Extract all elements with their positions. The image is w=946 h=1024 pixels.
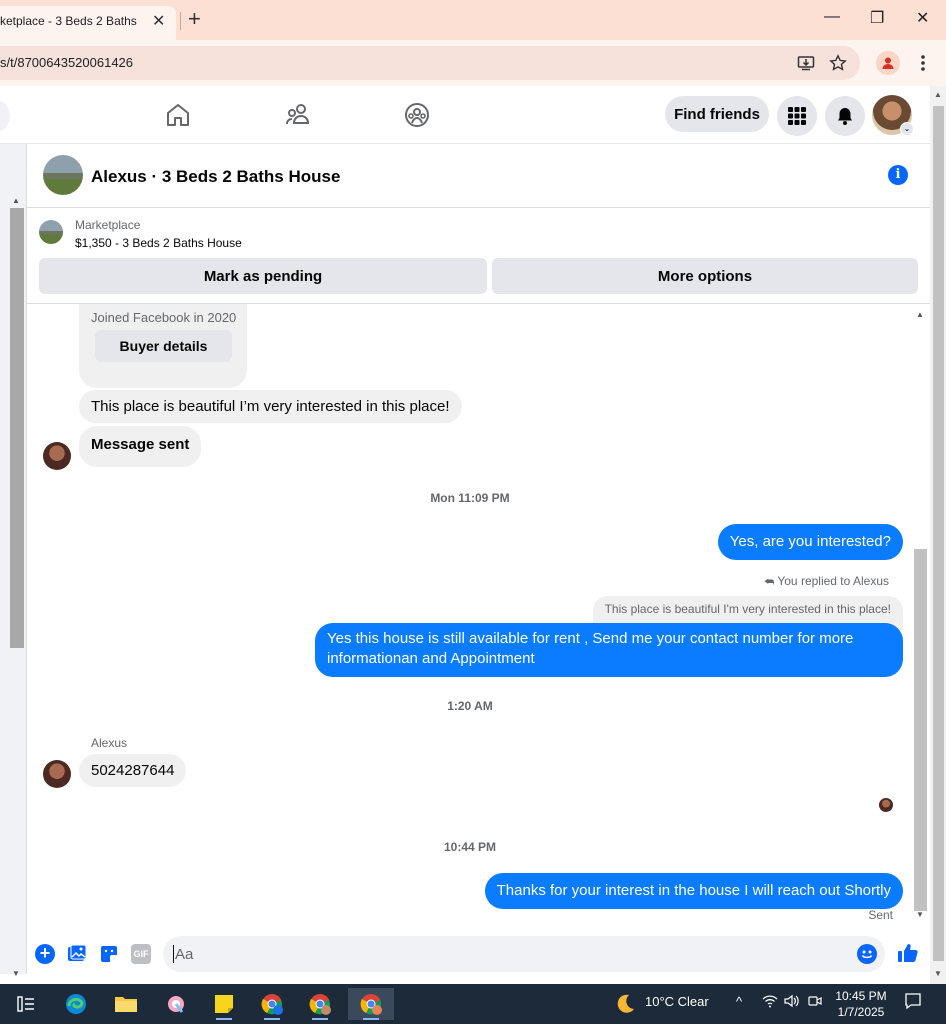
message-status: Sent xyxy=(868,908,893,922)
volume-icon[interactable] xyxy=(784,994,800,1011)
wifi-icon[interactable] xyxy=(762,994,778,1011)
browser-tab[interactable]: ketplace - 3 Beds 2 Baths H ✕ xyxy=(0,6,176,40)
info-icon[interactable]: i xyxy=(888,165,908,185)
chrome-profile-b-icon[interactable] xyxy=(300,988,340,1020)
browser-menu-icon[interactable] xyxy=(912,52,934,74)
running-indicator xyxy=(264,1018,280,1020)
message-composer: + GIF Aa xyxy=(27,934,931,974)
weather-text[interactable]: 10°C Clear xyxy=(645,994,709,1009)
message-input-placeholder: Aa xyxy=(175,946,194,963)
chat-title[interactable]: Alexus · 3 Beds 2 Baths House xyxy=(91,167,340,187)
sender-name: Alexus xyxy=(91,736,128,750)
chat-header: Alexus · 3 Beds 2 Baths House i xyxy=(27,144,931,208)
install-app-icon[interactable] xyxy=(795,52,817,74)
tab-title: ketplace - 3 Beds 2 Baths H xyxy=(0,14,140,28)
chat-scroll-up-icon[interactable]: ▲ xyxy=(916,310,924,319)
reply-arrow-icon: ⮪ xyxy=(764,576,775,588)
outgoing-message[interactable]: Thanks for your interest in the house I … xyxy=(484,873,903,909)
chat-window: Alexus · 3 Beds 2 Baths House i Marketpl… xyxy=(26,144,931,974)
tab-separator xyxy=(180,12,181,30)
message-input[interactable]: Aa xyxy=(163,936,885,972)
account-chevron-down-icon[interactable]: ⌄ xyxy=(900,122,914,136)
notification-center-icon[interactable] xyxy=(904,992,922,1013)
buyer-details-button[interactable]: Buyer details xyxy=(95,330,232,362)
message-list: Joined Facebook in 2020 Buyer details Th… xyxy=(27,304,931,934)
buyer-info-card: Joined Facebook in 2020 Buyer details xyxy=(79,304,247,388)
running-indicator xyxy=(216,1018,232,1020)
system-clock[interactable]: 10:45 PM 1/7/2025 xyxy=(826,988,896,1020)
listing-thumbnail[interactable] xyxy=(39,220,63,244)
photo-icon[interactable] xyxy=(67,944,87,964)
clock-date: 1/7/2025 xyxy=(837,1005,885,1019)
minimize-icon[interactable]: — xyxy=(824,8,840,26)
left-scroll-down-icon[interactable]: ▼ xyxy=(12,969,20,978)
chrome-profile-c-icon[interactable] xyxy=(348,988,394,1020)
left-scroll-up-icon[interactable]: ▲ xyxy=(12,196,20,205)
windows-taskbar: 10°C Clear ^ 10:45 PM 1/7/2025 xyxy=(0,984,946,1024)
tab-close-icon[interactable]: ✕ xyxy=(152,11,165,31)
tray-chevron-up-icon[interactable]: ^ xyxy=(736,994,742,1009)
chat-listing-avatar[interactable] xyxy=(43,155,83,195)
message-timestamp: 1:20 AM xyxy=(447,699,493,713)
like-thumbs-up-icon[interactable] xyxy=(897,942,919,970)
home-icon[interactable] xyxy=(164,101,192,129)
close-window-icon[interactable]: ✕ xyxy=(916,8,929,28)
task-view-icon[interactable] xyxy=(6,988,46,1020)
find-friends-button[interactable]: Find friends xyxy=(665,96,769,132)
friends-icon[interactable] xyxy=(284,101,312,129)
bookmark-star-icon[interactable] xyxy=(827,52,849,74)
address-bar: s/t/8700643520061426 xyxy=(0,40,946,86)
menu-grid-icon[interactable] xyxy=(777,96,817,136)
page-scrollbar-thumb[interactable] xyxy=(933,106,944,961)
sender-avatar[interactable] xyxy=(43,760,71,788)
gif-icon[interactable]: GIF xyxy=(131,944,151,964)
seen-avatar xyxy=(879,798,893,812)
groups-icon[interactable] xyxy=(403,101,431,129)
chat-scroll-down-icon[interactable]: ▼ xyxy=(916,910,924,919)
left-scrollbar-thumb[interactable] xyxy=(10,208,24,648)
new-tab-icon[interactable]: + xyxy=(188,6,201,32)
facebook-top-nav: Find friends ⌄ xyxy=(0,86,930,144)
text-caret xyxy=(173,945,174,963)
outgoing-message[interactable]: Yes this house is still available for re… xyxy=(315,623,903,677)
marketplace-listing-bar: Marketplace $1,350 - 3 Beds 2 Baths Hous… xyxy=(27,208,931,304)
clock-time: 10:45 PM xyxy=(835,989,887,1003)
moon-weather-icon[interactable] xyxy=(614,993,636,1020)
restore-icon[interactable]: ❐ xyxy=(870,8,884,28)
sender-avatar[interactable] xyxy=(43,442,71,470)
replied-to-text: You replied to Alexus xyxy=(777,574,889,588)
running-indicator xyxy=(363,1018,379,1020)
outgoing-message[interactable]: Yes, are you interested? xyxy=(717,524,903,560)
joined-facebook-text: Joined Facebook in 2020 xyxy=(91,310,237,325)
browser-profile-icon[interactable] xyxy=(876,51,900,75)
chrome-profile-a-icon[interactable] xyxy=(252,988,292,1020)
add-plus-icon[interactable]: + xyxy=(35,944,55,964)
meet-now-icon[interactable] xyxy=(808,994,822,1011)
message-timestamp: 10:44 PM xyxy=(443,840,497,854)
marketplace-label: Marketplace xyxy=(75,218,141,232)
running-indicator xyxy=(312,1018,328,1020)
reply-indicator: ⮪ You replied to Alexus xyxy=(764,574,889,589)
page-scroll-up-icon[interactable]: ▲ xyxy=(934,90,942,99)
more-options-button[interactable]: More options xyxy=(492,258,918,294)
pinned-app-icon[interactable] xyxy=(156,988,196,1020)
emoji-icon[interactable] xyxy=(857,944,877,964)
notifications-bell-icon[interactable] xyxy=(825,96,865,136)
incoming-message[interactable]: Message sent xyxy=(79,426,202,467)
browser-tab-strip: ketplace - 3 Beds 2 Baths H ✕ + — ❐ ✕ xyxy=(0,0,946,40)
incoming-message[interactable]: 5024287644 xyxy=(79,754,187,787)
sticky-notes-icon[interactable] xyxy=(204,988,244,1020)
page-scroll-down-icon[interactable]: ▼ xyxy=(934,969,942,978)
search-field[interactable] xyxy=(0,99,10,133)
incoming-message[interactable]: This place is beautiful I’m very interes… xyxy=(79,390,462,423)
url-text[interactable]: s/t/8700643520061426 xyxy=(0,55,133,70)
message-timestamp: Mon 11:09 PM xyxy=(430,491,510,505)
sticker-icon[interactable] xyxy=(99,944,119,964)
file-explorer-icon[interactable] xyxy=(106,988,146,1020)
listing-summary[interactable]: $1,350 - 3 Beds 2 Baths House xyxy=(75,236,242,250)
edge-browser-icon[interactable] xyxy=(56,988,96,1020)
chat-scrollbar-thumb[interactable] xyxy=(914,549,927,911)
mark-as-pending-button[interactable]: Mark as pending xyxy=(39,258,487,294)
